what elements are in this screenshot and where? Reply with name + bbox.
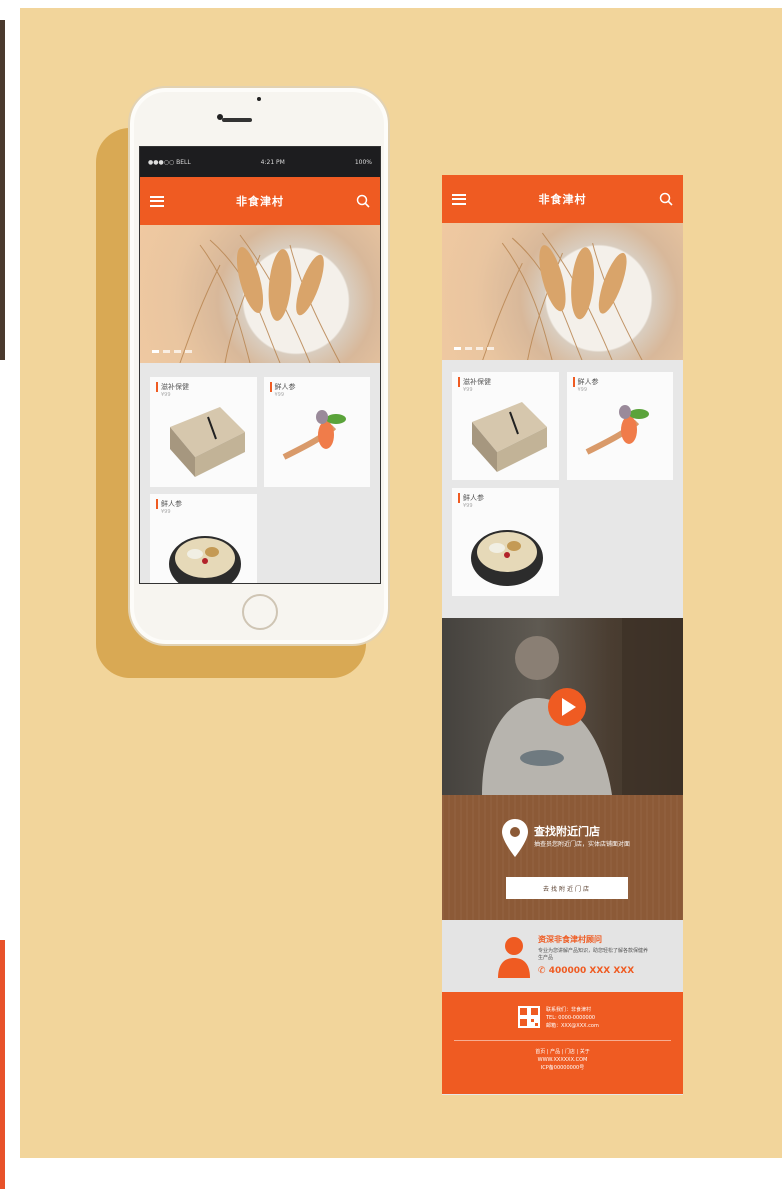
phone-speaker [222, 118, 252, 122]
carousel-dots[interactable] [152, 350, 192, 353]
footer-contact: 联系我们：非食津村 TEL: 0000-0000000 邮箱：XXX@XXX.c… [546, 1006, 599, 1030]
footer: 联系我们：非食津村 TEL: 0000-0000000 邮箱：XXX@XXX.c… [442, 992, 683, 1094]
app-title: 非食津村 [236, 195, 284, 208]
location-pin-icon [502, 819, 528, 857]
footer-tel: TEL: 0000-0000000 [546, 1015, 596, 1021]
video-section[interactable] [442, 618, 683, 795]
play-icon[interactable] [548, 688, 586, 726]
consultant-phone-number: 400000 XXX XXX [548, 966, 635, 976]
left-edge-orange-strip [0, 940, 5, 1189]
consultant-icon [498, 937, 530, 978]
ginseng-image [179, 234, 341, 363]
consultant-description: 专业为您讲解产品知识，助您轻松了解各款保健养生产品 [538, 948, 649, 961]
hero-banner[interactable] [140, 225, 380, 363]
product-card[interactable]: 滋补保健 ¥99 [452, 372, 559, 480]
gift-box-image [170, 407, 245, 477]
footer-web[interactable]: WWW.XXXXXX.COM [442, 1056, 683, 1064]
empty-grid-cell [566, 488, 673, 596]
qr-code-icon[interactable] [518, 1006, 540, 1028]
footer-nav[interactable]: 首页 | 产品 | 门店 | 关于 [442, 1048, 683, 1056]
app-header: 非食津村 [140, 177, 380, 225]
footer-mail: 邮箱：XXX@XXX.com [546, 1023, 599, 1029]
phone-sensor [257, 97, 261, 101]
status-time: 4:21 PM [260, 158, 285, 166]
product-card[interactable]: 滋补保健 ¥99 [150, 377, 257, 487]
consultant-phone[interactable]: ✆ 400000 XXX XXX [538, 966, 634, 976]
search-icon[interactable] [659, 192, 673, 206]
status-carrier: ●●●○○ BELL [148, 158, 191, 166]
product-card[interactable]: 鲜人参 ¥99 [150, 494, 257, 583]
status-bar: ●●●○○ BELL 4:21 PM 100% [140, 147, 380, 177]
ginseng-dish-image [585, 405, 649, 455]
find-store-button[interactable]: 去找附近门店 [506, 877, 628, 899]
app-title: 非食津村 [538, 193, 587, 206]
phone-screen: ●●●○○ BELL 4:21 PM 100% 非食津村 滋补保健 ¥99 鲜人… [139, 146, 381, 584]
soup-bowl-image [169, 536, 241, 583]
gift-box-image [472, 402, 547, 472]
product-card[interactable]: 鲜人参 ¥99 [263, 377, 370, 487]
product-grid: 滋补保健 ¥99 鲜人参 ¥99 鲜人参 ¥99 [442, 360, 683, 618]
home-button[interactable] [242, 594, 278, 630]
empty-grid-cell [263, 494, 370, 583]
status-battery: 100% [354, 158, 372, 166]
menu-icon[interactable] [452, 193, 466, 205]
store-finder-description: 抽查员您附近门店，实体店铺面对面 [534, 841, 631, 848]
footer-divider [454, 1040, 671, 1041]
app-header: 非食津村 [442, 175, 683, 223]
footer-bottom: 首页 | 产品 | 门店 | 关于 WWW.XXXXXX.COM ICP备000… [442, 1048, 683, 1072]
left-edge-dark-strip [0, 20, 5, 360]
product-card[interactable]: 鲜人参 ¥99 [566, 372, 673, 480]
store-finder-title: 查找附近门店 [534, 825, 600, 838]
ginseng-dish-image [282, 410, 346, 460]
menu-icon[interactable] [150, 195, 164, 207]
store-finder-section: 查找附近门店 抽查员您附近门店，实体店铺面对面 去找附近门店 [442, 795, 683, 920]
hero-banner[interactable] [442, 223, 683, 360]
soup-bowl-image [471, 530, 543, 586]
consultant-section: 资深非食津村顾问 专业为您讲解产品知识，助您轻松了解各款保健养生产品 ✆ 400… [442, 920, 683, 992]
search-icon[interactable] [356, 194, 370, 208]
consultant-title: 资深非食津村顾问 [538, 935, 602, 944]
carousel-dots[interactable] [454, 347, 494, 350]
footer-icp: ICP备00000000号 [540, 1065, 585, 1071]
phone-icon: ✆ [538, 966, 549, 976]
footer-company: 联系我们：非食津村 [546, 1007, 592, 1013]
product-card[interactable]: 鲜人参 ¥99 [452, 488, 559, 596]
ginseng-image [482, 232, 643, 360]
product-grid: 滋补保健 ¥99 鲜人参 ¥99 鲜人参 ¥99 [140, 363, 380, 583]
long-page-preview: 非食津村 滋补保健 ¥99 鲜人参 ¥99 鲜人参 ¥99 查找附近门店 抽查员… [442, 175, 683, 1095]
